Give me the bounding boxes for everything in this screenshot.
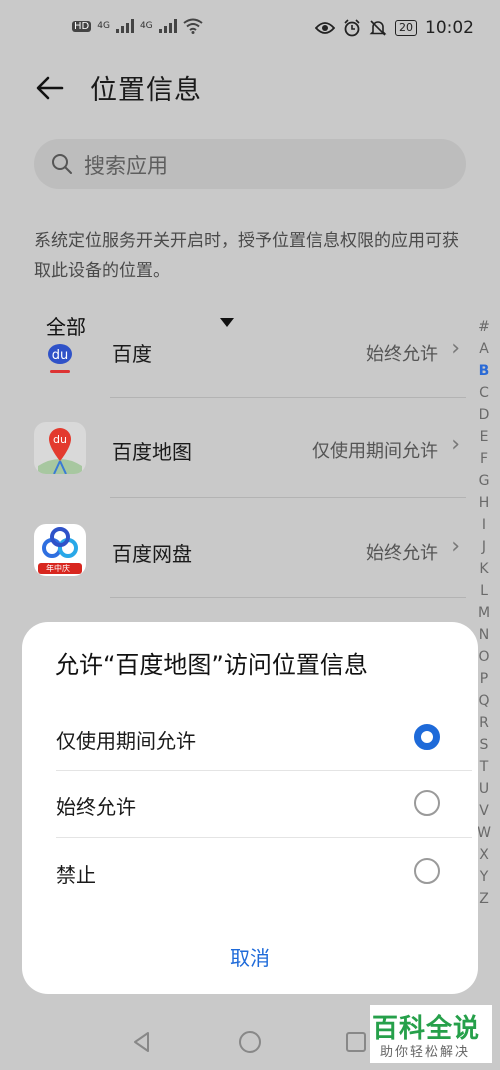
hd-badge: HD: [72, 20, 92, 32]
option-label: 禁止: [56, 863, 96, 887]
index-letter[interactable]: P: [480, 668, 488, 690]
index-letter[interactable]: S: [480, 734, 489, 756]
baidu-map-icon: du: [34, 422, 86, 474]
nav-home-icon[interactable]: [238, 1030, 262, 1054]
app-row-baidu-map[interactable]: du 百度地图 仅使用期间允许 ›: [0, 420, 470, 480]
cancel-button[interactable]: 取消: [200, 940, 300, 972]
baidu-icon: du: [34, 340, 86, 378]
app-permission: 仅使用期间允许: [312, 441, 438, 462]
netdisk-badge-text: 年中庆: [46, 564, 70, 573]
index-letter[interactable]: C: [479, 382, 489, 404]
dialog-divider: [56, 837, 472, 838]
svg-text:du: du: [52, 348, 69, 363]
index-letter[interactable]: T: [480, 756, 489, 778]
signal-2-label: 4G: [139, 21, 153, 31]
index-letter[interactable]: L: [480, 580, 488, 602]
wifi-icon: [183, 18, 203, 34]
radio-unselected-icon[interactable]: [414, 790, 440, 816]
app-row-baidu[interactable]: du 百度 始终允许 ›: [0, 336, 470, 396]
index-letter[interactable]: W: [477, 822, 491, 844]
index-letter[interactable]: #: [478, 316, 490, 338]
search-icon: [52, 154, 72, 174]
back-arrow-icon[interactable]: [32, 70, 68, 106]
index-letter[interactable]: N: [479, 624, 489, 646]
dialog-divider: [56, 770, 472, 771]
clock: 10:02: [425, 18, 474, 38]
mute-icon: [369, 20, 387, 36]
index-letter[interactable]: I: [482, 514, 486, 536]
network-indicators: HD 4G 4G: [72, 18, 203, 34]
alarm-icon: [344, 19, 360, 37]
row-divider: [110, 597, 466, 598]
index-letter[interactable]: R: [479, 712, 489, 734]
index-letter[interactable]: J: [482, 536, 486, 558]
status-bar: HD 4G 4G 20 10:02: [0, 0, 500, 58]
radio-selected-icon[interactable]: [414, 724, 440, 750]
index-letter[interactable]: O: [478, 646, 489, 668]
index-letter[interactable]: G: [479, 470, 490, 492]
index-letter[interactable]: U: [479, 778, 489, 800]
index-letter[interactable]: F: [480, 448, 488, 470]
index-letter[interactable]: M: [478, 602, 490, 624]
chevron-right-icon: ›: [451, 336, 460, 361]
chevron-right-icon: ›: [451, 432, 460, 457]
signal-1-icon: [115, 19, 134, 33]
index-letter[interactable]: V: [479, 800, 489, 822]
option-label: 始终允许: [56, 795, 136, 819]
index-letter[interactable]: D: [479, 404, 490, 426]
nav-recents-icon[interactable]: [344, 1030, 368, 1054]
baidu-netdisk-icon: 年中庆: [34, 524, 86, 576]
svg-text:du: du: [53, 433, 67, 446]
index-letter[interactable]: K: [479, 558, 488, 580]
signal-2-icon: [158, 19, 177, 33]
app-permission: 始终允许: [366, 543, 438, 564]
index-letter[interactable]: B: [479, 360, 490, 382]
nav-back-icon[interactable]: [130, 1030, 154, 1054]
app-name: 百度地图: [112, 440, 192, 464]
app-name: 百度: [112, 342, 152, 366]
search-placeholder: 搜索应用: [84, 154, 168, 178]
watermark-subtitle: 助你轻松解决: [380, 1045, 471, 1060]
index-letter[interactable]: A: [479, 338, 489, 360]
eye-icon: [315, 22, 335, 34]
chevron-right-icon: ›: [451, 534, 460, 559]
dropdown-arrow-icon-overlay[interactable]: [220, 318, 234, 327]
dialog-title: 允许“百度地图”访问位置信息: [55, 651, 368, 679]
app-permission: 始终允许: [366, 344, 438, 365]
battery-icon: 20: [395, 20, 417, 36]
index-letter[interactable]: Z: [479, 888, 489, 910]
index-letter[interactable]: Y: [480, 866, 489, 888]
location-description: 系统定位服务开关开启时，授予位置信息权限的应用可获取此设备的位置。: [34, 231, 459, 281]
row-divider: [110, 397, 466, 398]
option-label: 仅使用期间允许: [56, 729, 196, 753]
option-deny[interactable]: [40, 846, 470, 898]
filter-dropdown-label-overlay[interactable]: 全部: [46, 311, 86, 340]
index-letter[interactable]: E: [480, 426, 489, 448]
index-letter[interactable]: H: [479, 492, 490, 514]
page-title: 位置信息: [90, 75, 202, 106]
radio-unselected-icon[interactable]: [414, 858, 440, 884]
status-icons: 20 10:02: [315, 18, 474, 38]
watermark-title: 百科全说: [372, 1014, 481, 1044]
index-letter[interactable]: X: [479, 844, 489, 866]
app-row-baidu-netdisk[interactable]: 年中庆 百度网盘 始终允许 ›: [0, 522, 470, 582]
index-letter[interactable]: Q: [478, 690, 489, 712]
signal-1-label: 4G: [97, 21, 110, 31]
row-divider: [110, 497, 466, 498]
app-name: 百度网盘: [112, 542, 192, 566]
